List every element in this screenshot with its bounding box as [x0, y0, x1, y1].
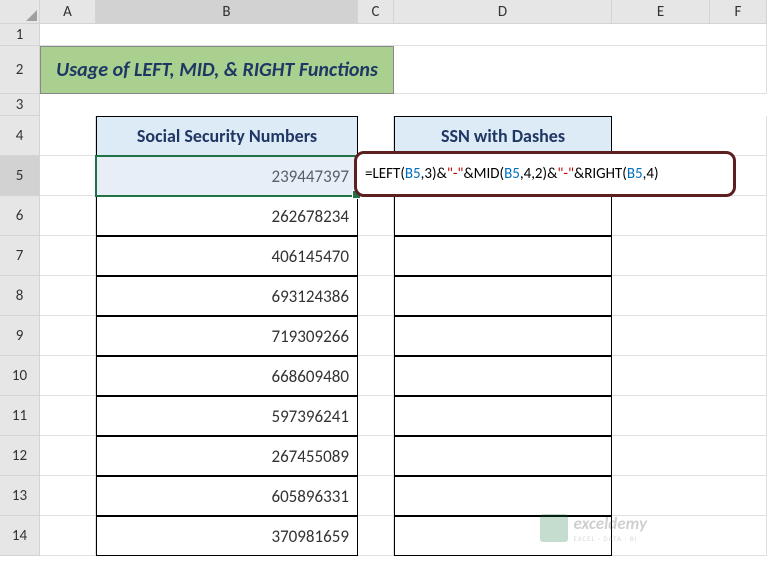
cell[interactable] [358, 476, 394, 516]
cell[interactable] [358, 276, 394, 316]
formula-text: ,4,2 [520, 165, 543, 183]
cell[interactable] [40, 156, 96, 196]
cell[interactable] [358, 316, 394, 356]
row-header-10[interactable]: 10 [0, 356, 40, 396]
row-header-12[interactable]: 12 [0, 436, 40, 476]
cell-b7[interactable]: 406145470 [96, 236, 358, 276]
formula-text: & [574, 165, 584, 183]
row-header-9[interactable]: 9 [0, 316, 40, 356]
cell-d11[interactable] [394, 396, 612, 436]
cell-d8[interactable] [394, 276, 612, 316]
formula-left-fn: LEFT [372, 165, 400, 183]
row-header-14[interactable]: 14 [0, 516, 40, 556]
col-header-d[interactable]: D [394, 0, 612, 24]
cell-b11[interactable]: 597396241 [96, 396, 358, 436]
cell[interactable] [612, 236, 767, 276]
cell-d13[interactable] [394, 476, 612, 516]
formula-overlay[interactable]: =LEFT(B5,3)&"-"&MID(B5,4,2)&"-"&RIGHT(B5… [354, 151, 736, 197]
cell[interactable] [40, 196, 96, 236]
cell[interactable] [612, 396, 767, 436]
formula-right-fn: RIGHT [584, 165, 622, 183]
excel-icon [540, 514, 568, 542]
cell-d10[interactable] [394, 356, 612, 396]
formula-ref: B5 [504, 165, 520, 183]
cell[interactable] [358, 116, 394, 156]
cell[interactable] [40, 436, 96, 476]
formula-mid-fn: MID [474, 165, 500, 183]
row-header-11[interactable]: 11 [0, 396, 40, 436]
cell[interactable] [612, 116, 767, 156]
row-header-8[interactable]: 8 [0, 276, 40, 316]
formula-ref: B5 [405, 165, 421, 183]
row-header-7[interactable]: 7 [0, 236, 40, 276]
cell[interactable] [358, 436, 394, 476]
cell[interactable] [358, 396, 394, 436]
select-all-corner[interactable] [0, 0, 40, 24]
col-header-e[interactable]: E [612, 0, 710, 24]
formula-str: "-" [447, 165, 464, 183]
cell[interactable] [40, 356, 96, 396]
row-header-1[interactable]: 1 [0, 24, 40, 46]
row-header-5[interactable]: 5 [0, 156, 40, 196]
col-header-c[interactable]: C [358, 0, 394, 24]
col-header-a[interactable]: A [40, 0, 96, 24]
cell[interactable] [358, 236, 394, 276]
row-header-13[interactable]: 13 [0, 476, 40, 516]
cell[interactable] [612, 316, 767, 356]
formula-str: "-" [557, 165, 574, 183]
cell-d12[interactable] [394, 436, 612, 476]
row-header-2[interactable]: 2 [0, 46, 40, 94]
cell[interactable] [40, 476, 96, 516]
cell-d9[interactable] [394, 316, 612, 356]
cell[interactable] [612, 356, 767, 396]
formula-text: ,3 [421, 165, 432, 183]
formula-text: = [365, 165, 372, 183]
cell-b9[interactable]: 719309266 [96, 316, 358, 356]
formula-text: & [547, 165, 557, 183]
formula-text: ) [654, 165, 659, 183]
cell[interactable] [612, 476, 767, 516]
watermark: exceldemy EXCEL · DATA · BI [540, 513, 648, 543]
cell[interactable] [358, 356, 394, 396]
title-banner: Usage of LEFT, MID, & RIGHT Functions [40, 46, 394, 94]
cell-b10[interactable]: 668609480 [96, 356, 358, 396]
row-header-6[interactable]: 6 [0, 196, 40, 236]
cell-b14[interactable]: 370981659 [96, 516, 358, 556]
col-header-b[interactable]: B [96, 0, 358, 24]
formula-text: & [463, 165, 473, 183]
cell[interactable] [358, 516, 394, 556]
cell[interactable] [612, 436, 767, 476]
cell-b13[interactable]: 605896331 [96, 476, 358, 516]
formula-text: ,4 [643, 165, 654, 183]
cell-d7[interactable] [394, 236, 612, 276]
cell[interactable] [40, 116, 96, 156]
cell[interactable] [40, 236, 96, 276]
cell-d6[interactable] [394, 196, 612, 236]
watermark-sub: EXCEL · DATA · BI [574, 534, 648, 543]
cell-b8[interactable]: 693124386 [96, 276, 358, 316]
cell[interactable] [40, 276, 96, 316]
cell[interactable] [40, 516, 96, 556]
dashes-header: SSN with Dashes [394, 116, 612, 156]
cell-b12[interactable]: 267455089 [96, 436, 358, 476]
cell[interactable] [612, 276, 767, 316]
spreadsheet-grid: A B C D E F 1 2 Usage of LEFT, MID, & RI… [0, 0, 767, 556]
watermark-main: exceldemy [574, 513, 648, 534]
cell[interactable] [40, 396, 96, 436]
cell-b6[interactable]: 262678234 [96, 196, 358, 236]
cell-b5[interactable]: 239447397 [96, 156, 358, 196]
col-header-f[interactable]: F [710, 0, 767, 24]
formula-ref: B5 [627, 165, 643, 183]
ssn-header: Social Security Numbers [96, 116, 358, 156]
row-header-3[interactable]: 3 [0, 94, 40, 116]
cell[interactable] [40, 24, 767, 46]
cell[interactable] [40, 316, 96, 356]
cell[interactable] [394, 46, 767, 94]
row-header-4[interactable]: 4 [0, 116, 40, 156]
cell[interactable] [612, 196, 767, 236]
cell[interactable] [358, 196, 394, 236]
formula-text: & [437, 165, 447, 183]
